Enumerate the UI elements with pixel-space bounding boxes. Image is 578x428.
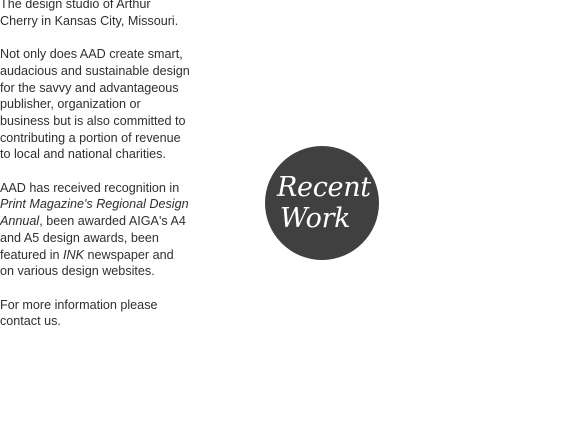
recent-work-label-line2: Work xyxy=(280,203,351,234)
recognition-text-1: AAD has received recognition in xyxy=(0,180,180,195)
page: The design studio of Arthur Cherry in Ka… xyxy=(0,0,578,428)
newspaper-title: INK xyxy=(63,247,85,262)
recognition-paragraph: AAD has received recognition in Print Ma… xyxy=(0,180,190,280)
studio-bio: The design studio of Arthur Cherry in Ka… xyxy=(0,0,190,347)
recent-work-button[interactable]: Recent Work xyxy=(265,146,379,260)
contact-us-link[interactable]: contact us xyxy=(0,314,57,328)
contact-text: For more information please xyxy=(0,297,158,312)
contact-paragraph: For more information please contact us. xyxy=(0,297,190,330)
mission-paragraph: Not only does AAD create smart, audaciou… xyxy=(0,47,190,162)
intro-paragraph: The design studio of Arthur Cherry in Ka… xyxy=(0,0,179,28)
recent-work-label-line1: Recent xyxy=(277,172,371,203)
contact-period: . xyxy=(57,314,61,329)
